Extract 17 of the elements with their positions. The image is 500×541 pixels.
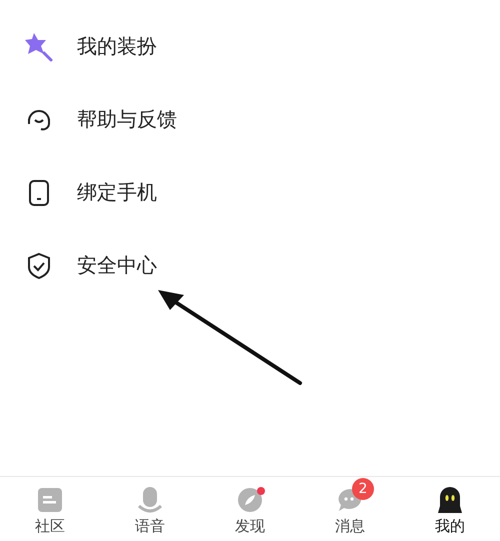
- menu-item[interactable]: 安全中心: [77, 252, 157, 279]
- tab[interactable]: 发现: [200, 477, 300, 541]
- tab[interactable]: 我的: [400, 477, 500, 541]
- compass-icon: [237, 487, 263, 513]
- ghost-avatar-icon: [437, 486, 463, 514]
- microphone-icon: [137, 486, 163, 514]
- document-icon: [37, 487, 63, 513]
- phone-icon: [28, 178, 50, 206]
- tab[interactable]: 社区: [0, 477, 100, 541]
- tab[interactable]: 语音: [100, 477, 200, 541]
- menu-item[interactable]: 我的装扮: [77, 33, 157, 60]
- tab[interactable]: 2 消息: [300, 477, 400, 541]
- menu-item[interactable]: 帮助与反馈: [77, 106, 177, 133]
- star-wand-icon: [24, 30, 54, 62]
- menu-item[interactable]: 绑定手机: [77, 179, 157, 206]
- unread-count: 2: [352, 478, 374, 500]
- shield-check-icon: [26, 252, 52, 280]
